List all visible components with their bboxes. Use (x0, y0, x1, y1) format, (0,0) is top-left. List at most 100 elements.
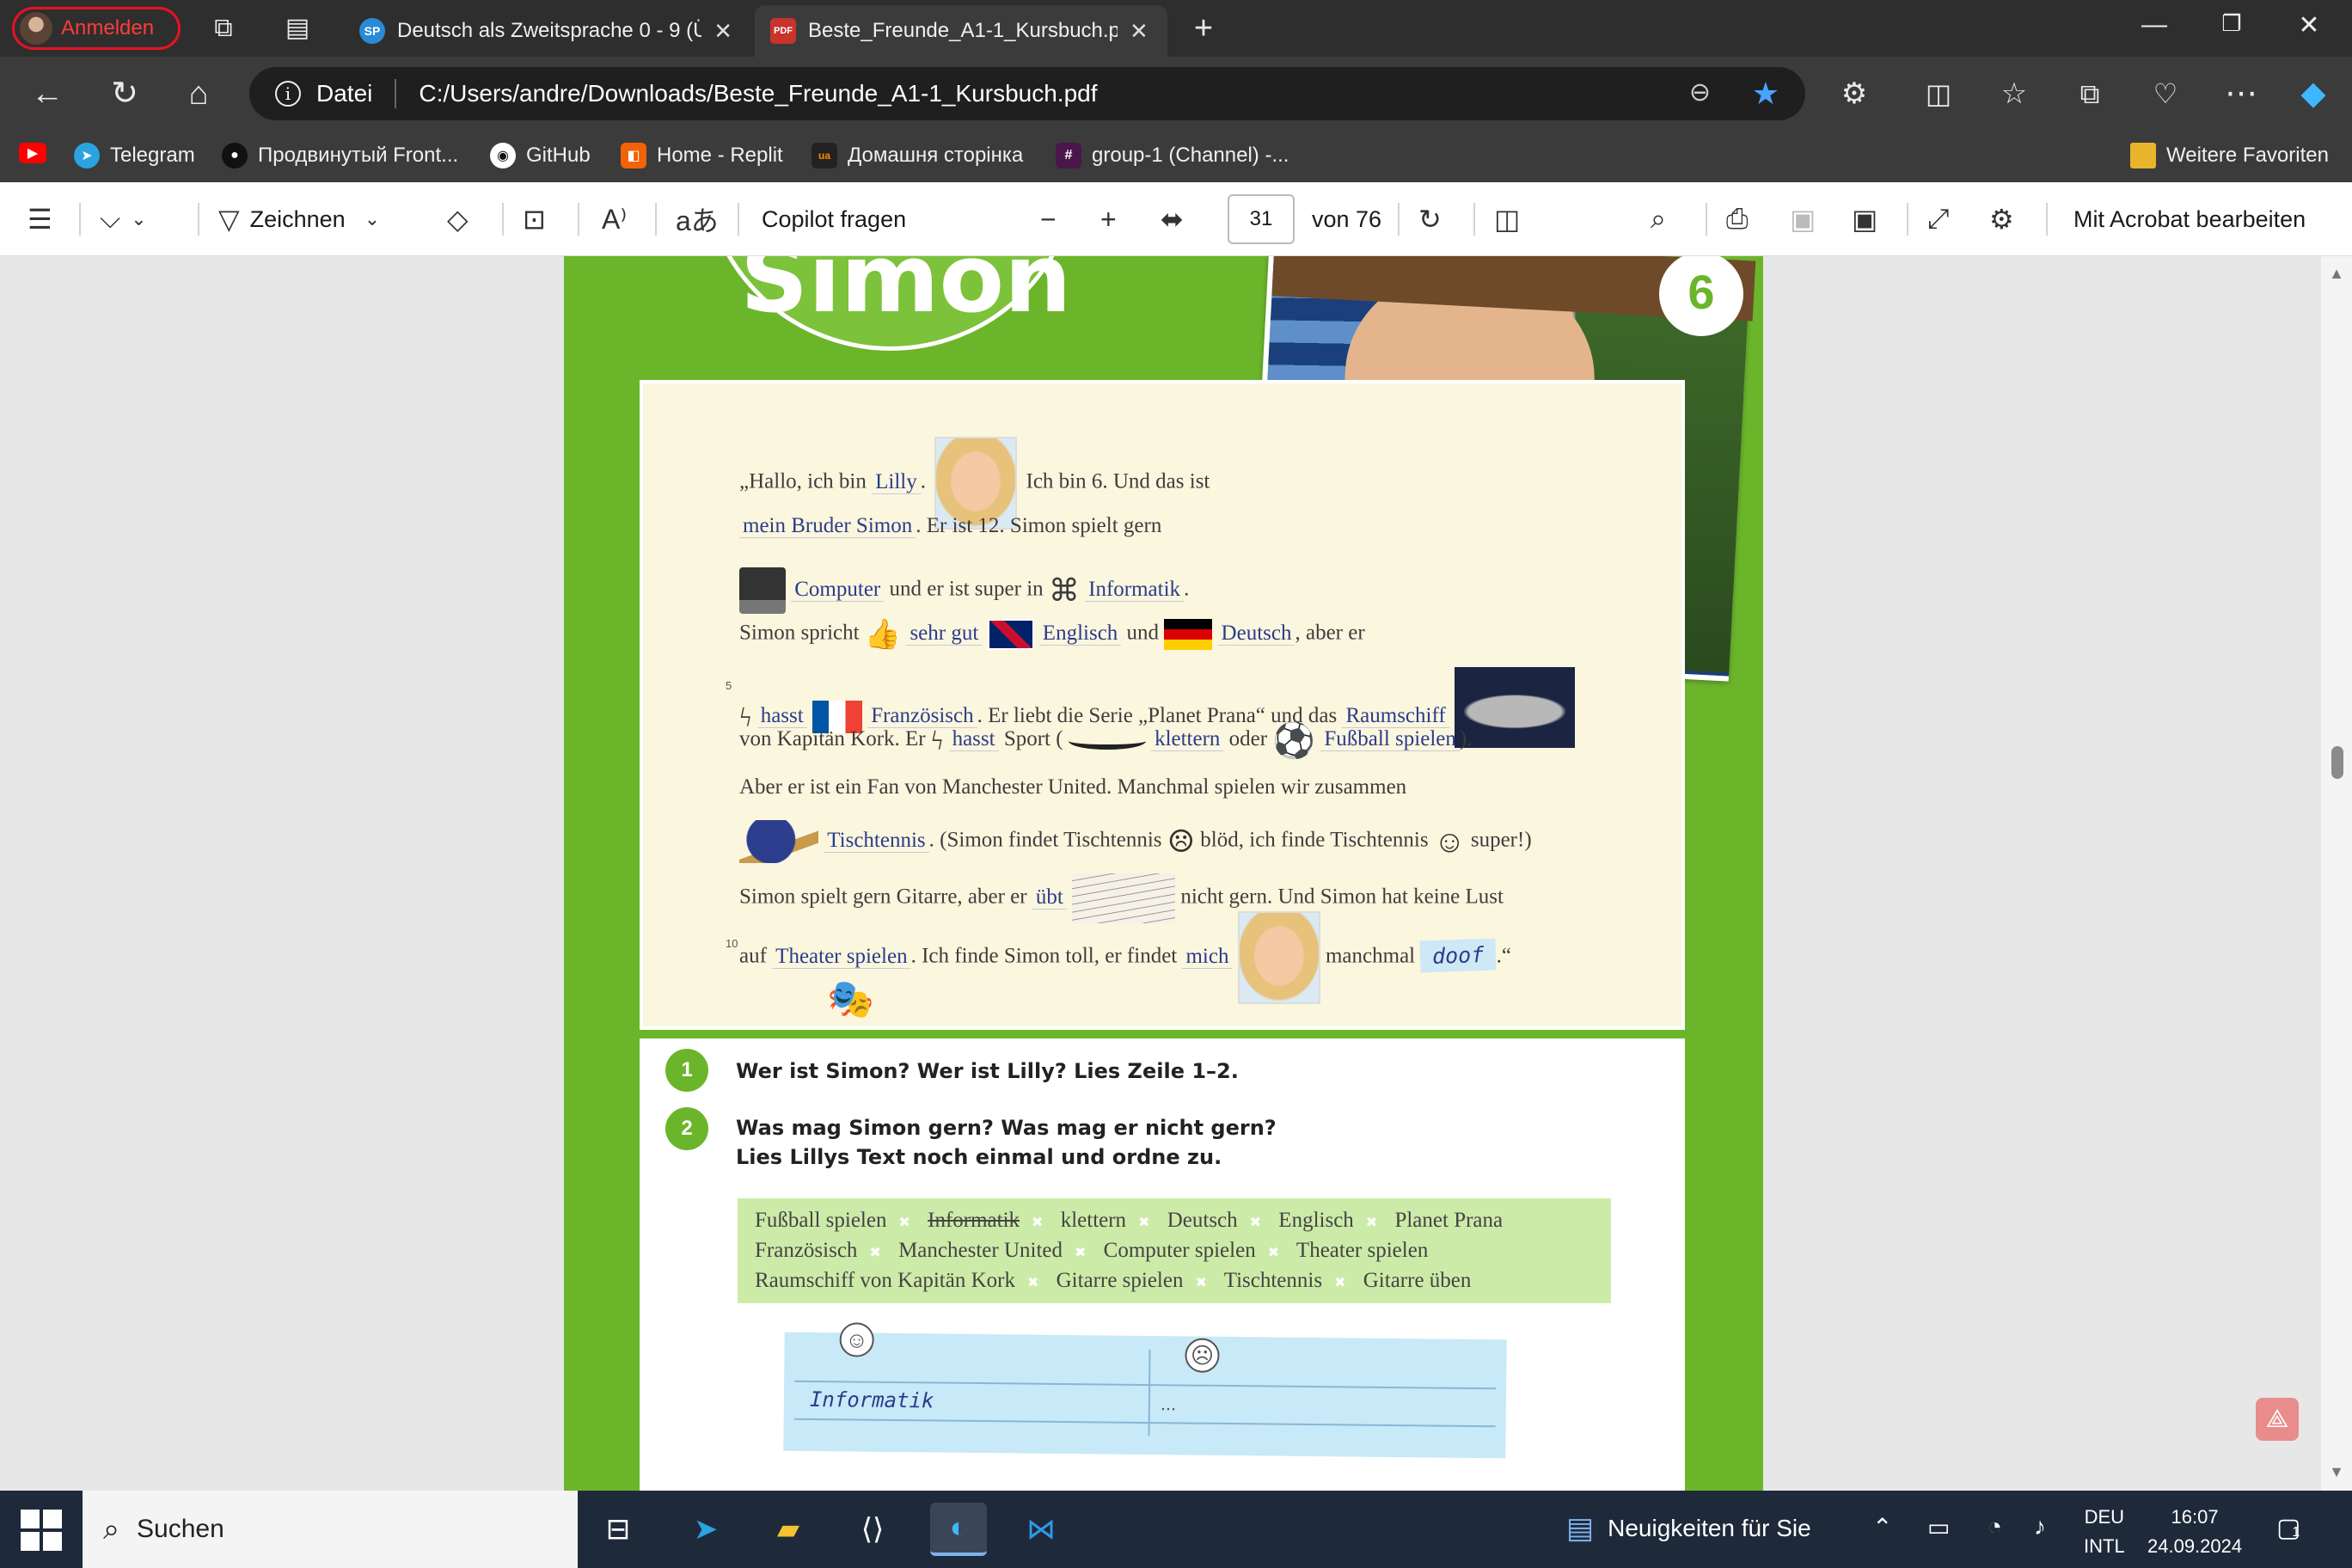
toolbar-divider (198, 203, 199, 236)
battery-icon[interactable]: ▭ (1927, 1513, 1950, 1541)
back-icon[interactable]: ← (26, 72, 69, 115)
slack-icon: # (1056, 143, 1081, 168)
task-text: Wer ist Simon? Wer ist Lilly? Lies Zeile… (736, 1059, 1239, 1083)
favorites-icon[interactable]: ☆ (1993, 72, 2036, 115)
erase-button[interactable]: ◇ (447, 198, 469, 241)
news-widget[interactable]: ▤ Neuigkeiten für Sie (1566, 1511, 1811, 1546)
browser-essentials-icon[interactable]: ♡ (2144, 72, 2187, 115)
vscode-icon[interactable]: ⋈ (1013, 1503, 1069, 1556)
highlight-button[interactable]: ⌵ ⌄ (100, 198, 147, 241)
bookmark-home[interactable]: ua Домашня сторінка (812, 143, 1023, 168)
page-view-icon[interactable]: ◫ (1494, 198, 1520, 241)
new-tab-icon[interactable]: + (1186, 12, 1221, 45)
fit-width-icon[interactable]: ⬌ (1161, 198, 1184, 241)
edge-icon[interactable]: ◐ (930, 1503, 987, 1556)
toolbar-divider (1907, 203, 1908, 236)
edit-with-acrobat-button[interactable]: Mit Acrobat bearbeiten (2073, 198, 2306, 241)
angry-scribble-icon: ϟ (930, 725, 944, 756)
close-tab-icon[interactable]: ✕ (714, 18, 732, 45)
bookmark-frontend[interactable]: ● Продвинутый Front... (222, 143, 458, 168)
task-view-icon[interactable]: ⊟ (590, 1503, 646, 1556)
zoom-in-icon[interactable]: + (1100, 198, 1117, 241)
profile-button[interactable]: Anmelden (12, 7, 181, 50)
bookmarks-bar: ▶ ➤ Telegram ● Продвинутый Front... ◉ Gi… (0, 131, 2352, 182)
split-screen-icon[interactable]: ◫ (1917, 72, 1960, 115)
extensions-icon[interactable]: ⚙ (1833, 72, 1876, 115)
print-icon[interactable]: ⎙ (1726, 198, 1749, 241)
collections-icon[interactable]: ⧉ (2068, 72, 2111, 115)
file-explorer-icon[interactable]: ▰ (760, 1503, 817, 1556)
task-text: Was mag Simon gern? Was mag er nicht ger… (736, 1116, 1277, 1140)
bookmark-telegram[interactable]: ➤ Telegram (74, 143, 195, 168)
text-line: Tischtennis. (Simon findet Tischtennis ☹… (739, 820, 1532, 863)
scrollbar-thumb[interactable] (2331, 746, 2343, 779)
toolbar-divider (738, 203, 739, 236)
notifications-icon[interactable]: ▢1 (2276, 1513, 2300, 1543)
rotate-icon[interactable]: ↻ (1418, 198, 1442, 241)
bookmark-label: group-1 (Channel) -... (1092, 144, 1289, 167)
bookmark-slack[interactable]: # group-1 (Channel) -... (1056, 143, 1289, 168)
windows-start-icon[interactable] (21, 1510, 62, 1551)
close-tab-icon[interactable]: ✕ (1130, 18, 1148, 45)
tab-actions-icon[interactable]: ▤ (280, 12, 315, 45)
taskbar-search[interactable]: ⌕ Suchen (83, 1491, 578, 1568)
other-favorites[interactable]: Weitere Favoriten (2130, 143, 2329, 168)
home-icon[interactable]: ⌂ (177, 72, 220, 115)
contents-icon[interactable]: ☰ (28, 198, 52, 241)
tab-deutsch[interactable]: SP Deutsch als Zweitsprache 0 - 9 (Ü ✕ (344, 5, 748, 57)
clock[interactable]: 16:07 24.09.2024 (2147, 1503, 2242, 1561)
refresh-icon[interactable]: ↻ (103, 72, 146, 115)
info-icon[interactable]: i (275, 81, 301, 107)
draw-label: Zeichnen (249, 205, 346, 232)
save-as-icon[interactable]: ▣ (1852, 198, 1877, 241)
telegram-icon[interactable]: ➤ (677, 1503, 734, 1556)
handwritten-note: doof (1419, 938, 1498, 973)
search-icon[interactable]: ⌕ (1651, 198, 1666, 241)
pdf-viewport[interactable]: Simon 6 „Hallo, ich bin Lilly. Ich bin 6… (0, 256, 2352, 1491)
scroll-down-icon[interactable]: ▼ (2326, 1463, 2347, 1481)
word-row: Raumschiff von Kapitän Kork ✖ Gitarre spi… (755, 1269, 1472, 1292)
word: Französisch (755, 1239, 858, 1262)
word: Planet Prana (1394, 1209, 1504, 1232)
keyword: klettern (1151, 727, 1224, 752)
close-window-icon[interactable]: ✕ (2283, 10, 2335, 40)
address-bar[interactable]: i Datei C:/Users/andre/Downloads/Beste_F… (249, 67, 1805, 120)
wifi-icon[interactable]: ◔ (1988, 1513, 2002, 1540)
vertical-scrollbar[interactable]: ▲ ▼ (2321, 256, 2352, 1491)
keyword: mein Bruder Simon (739, 514, 916, 538)
page-number-input[interactable]: 31 (1228, 194, 1295, 244)
input-language[interactable]: DEU INTL (2084, 1503, 2125, 1561)
save-icon[interactable]: ▣ (1790, 198, 1816, 241)
zoom-icon[interactable]: ⊖ (1689, 77, 1711, 107)
translate-button[interactable]: aあ (676, 198, 719, 241)
acrobat-icon[interactable]: ⟁ (2256, 1398, 2299, 1441)
bookmark-github[interactable]: ◉ GitHub (490, 143, 591, 168)
read-aloud-button[interactable]: A⁾ (602, 198, 627, 241)
draw-button[interactable]: ▽ Zeichnen ⌄ (218, 198, 380, 241)
restore-icon[interactable]: ❐ (2206, 10, 2257, 37)
zoom-out-icon[interactable]: − (1040, 198, 1057, 241)
copilot-icon[interactable]: ◆ (2292, 72, 2335, 115)
word: Manchester United (898, 1239, 1063, 1262)
tray-overflow-icon[interactable]: ⌃ (1872, 1513, 1892, 1541)
tab-pdf[interactable]: PDF Beste_Freunde_A1-1_Kursbuch.pd ✕ (755, 5, 1167, 57)
minimize-icon[interactable]: — (2128, 10, 2180, 40)
address-url[interactable]: C:/Users/andre/Downloads/Beste_Freunde_A… (419, 80, 1097, 107)
more-icon[interactable]: ⋯ (2220, 72, 2263, 115)
favorite-star-icon[interactable]: ★ (1752, 76, 1779, 112)
keyword: übt (1032, 885, 1067, 910)
scroll-up-icon[interactable]: ▲ (2326, 265, 2347, 283)
volume-icon[interactable]: ♪ (2034, 1513, 2046, 1540)
add-text-button[interactable]: ⊡ (523, 198, 546, 241)
bookmark-youtube[interactable]: ▶ (19, 143, 46, 163)
workspaces-icon[interactable]: ⧉ (206, 12, 241, 45)
word-row: Französisch ✖ Manchester United ✖ Computer… (755, 1239, 1429, 1262)
keyword: mich (1182, 944, 1233, 969)
terminal-icon[interactable]: ⟨⟩ (844, 1503, 901, 1556)
word: Tischtennis (1223, 1269, 1323, 1292)
bookmark-replit[interactable]: ◧ Home - Replit (621, 143, 783, 168)
copilot-button[interactable]: Copilot fragen (762, 198, 906, 241)
fullscreen-icon[interactable]: ⤢ (1927, 198, 1950, 241)
settings-icon[interactable]: ⚙ (1989, 198, 2014, 241)
clock-time: 16:07 (2171, 1506, 2219, 1528)
